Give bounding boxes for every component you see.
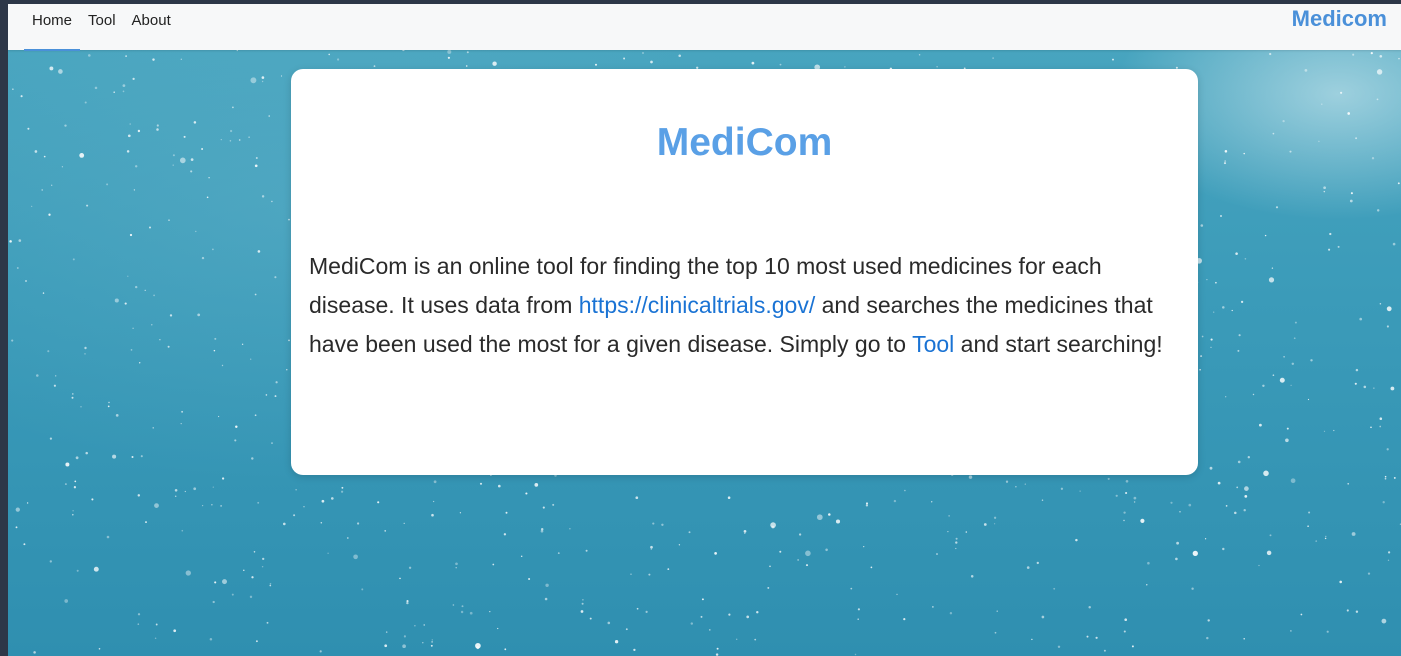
nav-tab-about[interactable]: About xyxy=(124,4,179,43)
intro-card: MediCom MediCom is an online tool for fi… xyxy=(291,69,1198,475)
top-navbar: Home Tool About Medicom xyxy=(8,4,1401,51)
intro-paragraph: MediCom is an online tool for finding th… xyxy=(309,247,1184,364)
nav-tab-tool[interactable]: Tool xyxy=(80,4,124,43)
clinicaltrials-link[interactable]: https://clinicaltrials.gov/ xyxy=(579,292,815,318)
tool-link[interactable]: Tool xyxy=(912,331,954,357)
page-title: MediCom xyxy=(656,121,833,164)
nav-tabs: Home Tool About xyxy=(24,4,179,51)
brand-logo[interactable]: Medicom xyxy=(1292,6,1387,32)
nav-tab-home[interactable]: Home xyxy=(24,4,81,51)
page-frame: Home Tool About Medicom MediCom MediCom … xyxy=(8,4,1401,656)
intro-text-3: and start searching! xyxy=(954,331,1163,357)
